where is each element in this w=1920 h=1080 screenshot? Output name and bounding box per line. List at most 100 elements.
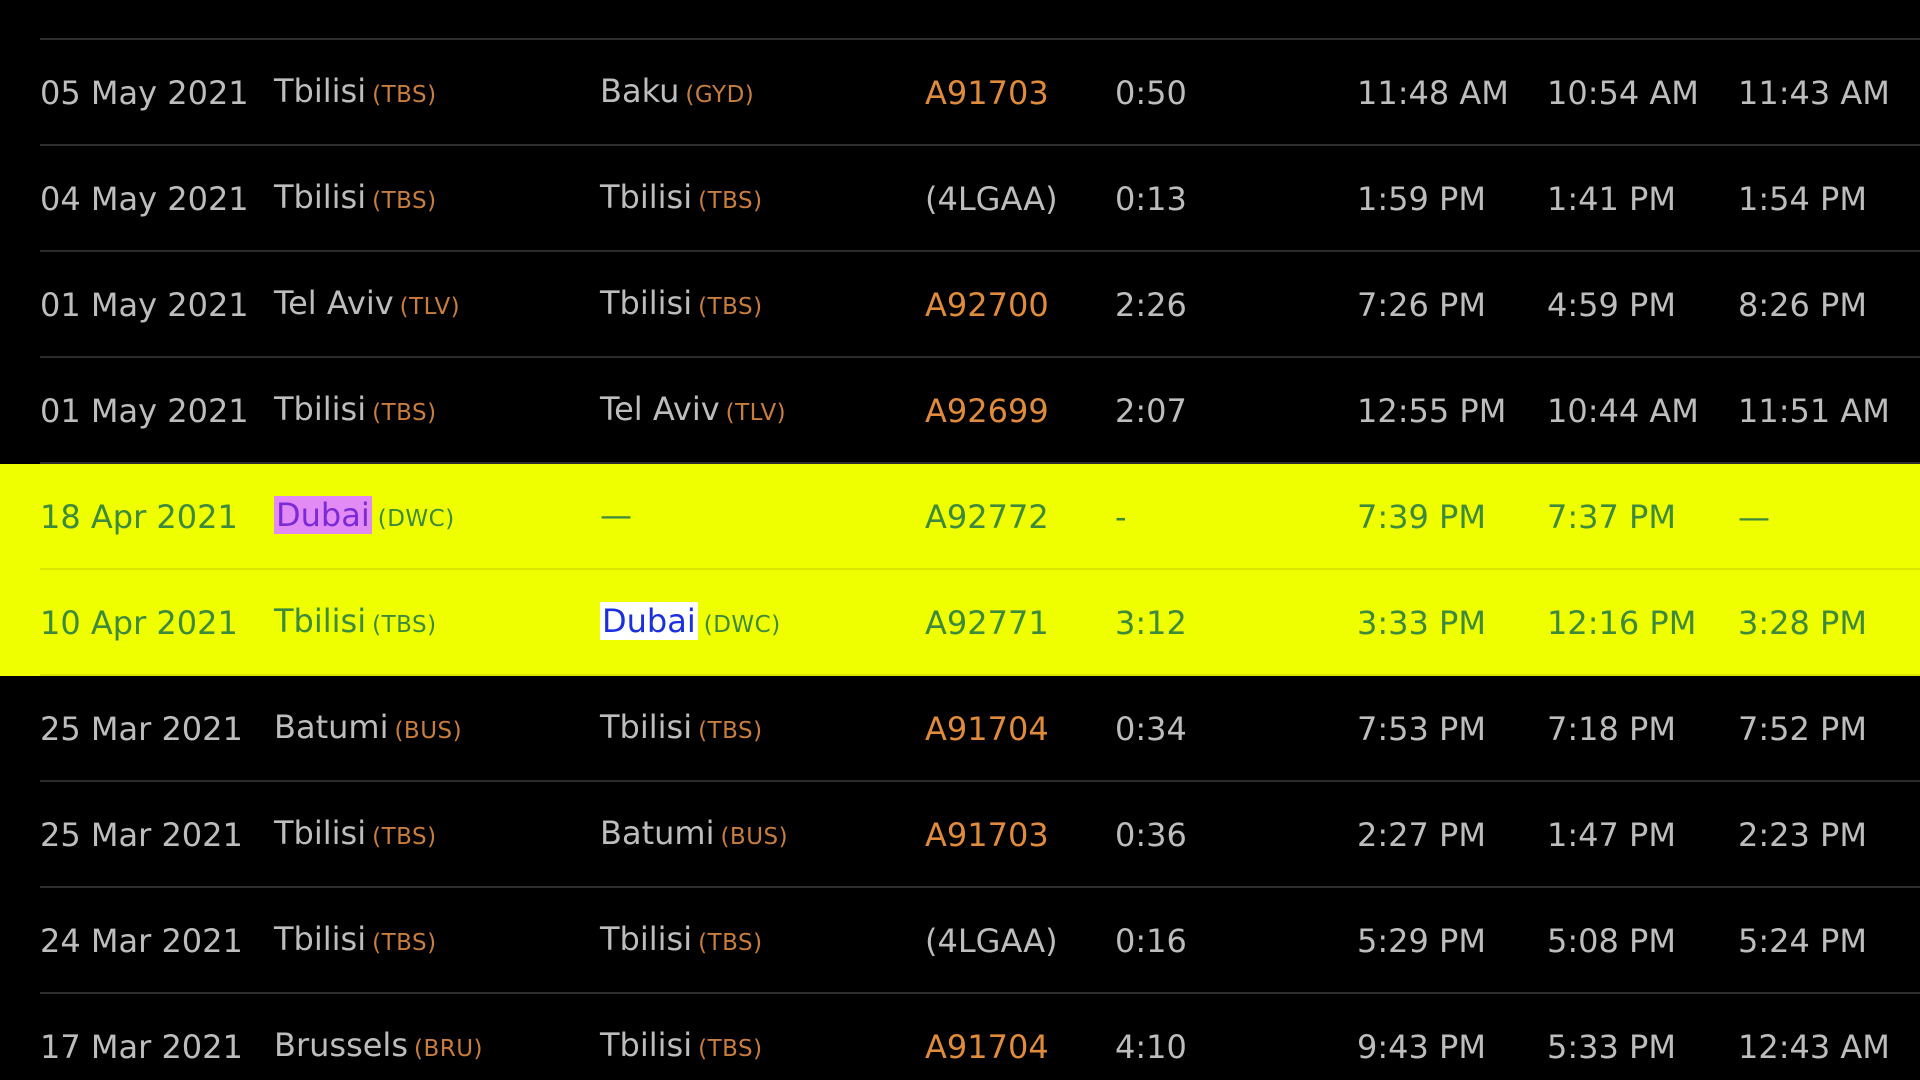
date-cell: 05 May 2021 xyxy=(40,74,249,112)
duration-cell: 4:10 xyxy=(1115,1028,1187,1066)
scheduled-departure-cell: 7:26 PM xyxy=(1357,286,1486,324)
origin-airport-code: (TBS) xyxy=(372,612,437,638)
actual-departure-cell: 1:41 PM xyxy=(1547,180,1676,218)
destination-city-link[interactable]: — xyxy=(600,496,632,534)
table-row[interactable]: 24 Mar 2021 Tbilisi (TBS) Tbilisi (TBS) (4LGA… xyxy=(0,888,1920,994)
destination-cell: Tbilisi (TBS) xyxy=(600,1025,763,1069)
duration-cell: 0:13 xyxy=(1115,180,1187,218)
origin-cell: Tbilisi (TBS) xyxy=(274,177,437,221)
actual-departure-cell: 5:08 PM xyxy=(1547,922,1676,960)
origin-airport-code: (BRU) xyxy=(413,1036,484,1062)
date-cell: 04 May 2021 xyxy=(40,180,249,218)
origin-city-link[interactable]: Tbilisi xyxy=(274,814,366,852)
scheduled-departure-cell: 9:43 PM xyxy=(1357,1028,1486,1066)
flight-number-link[interactable]: A91703 xyxy=(925,815,1049,855)
destination-cell xyxy=(600,0,606,9)
table-row[interactable] xyxy=(0,0,1920,40)
arrival-cell: 8:26 PM xyxy=(1738,286,1867,324)
origin-cell: Tbilisi (TBS) xyxy=(274,601,437,645)
scheduled-departure-cell: 12:55 PM xyxy=(1357,392,1507,430)
destination-airport-code: (TBS) xyxy=(698,930,763,956)
flight-number-link[interactable]: A91704 xyxy=(925,709,1049,749)
destination-cell: Tbilisi (TBS) xyxy=(600,177,763,221)
actual-departure-cell: 1:47 PM xyxy=(1547,816,1676,854)
table-row[interactable]: 05 May 2021 Tbilisi (TBS) Baku (GYD) A91703 0:… xyxy=(0,40,1920,146)
destination-airport-code: (TBS) xyxy=(698,1036,763,1062)
destination-city-link[interactable]: Tbilisi xyxy=(600,178,692,216)
table-row[interactable]: 10 Apr 2021 Tbilisi (TBS) Dubai (DWC) A92771 3… xyxy=(0,570,1920,676)
origin-cell: Tbilisi (TBS) xyxy=(274,813,437,857)
actual-departure-cell: 12:16 PM xyxy=(1547,604,1697,642)
duration-cell: 0:34 xyxy=(1115,710,1187,748)
table-row[interactable]: 25 Mar 2021 Tbilisi (TBS) Batumi (BUS) A91703… xyxy=(0,782,1920,888)
origin-airport-code: (TBS) xyxy=(372,82,437,108)
arrival-cell: 1:54 PM xyxy=(1738,180,1867,218)
origin-city-link[interactable]: Tbilisi xyxy=(274,390,366,428)
destination-city-link[interactable]: Batumi xyxy=(600,814,714,852)
arrival-cell: — xyxy=(1738,498,1770,536)
actual-departure-cell: 4:59 PM xyxy=(1547,286,1676,324)
destination-cell: Tbilisi (TBS) xyxy=(600,919,763,963)
destination-cell: Tbilisi (TBS) xyxy=(600,707,763,751)
origin-airport-code: (TBS) xyxy=(372,188,437,214)
scheduled-departure-cell: 7:39 PM xyxy=(1357,498,1486,536)
table-row[interactable]: 01 May 2021 Tel Aviv (TLV) Tbilisi (TBS) A927… xyxy=(0,252,1920,358)
table-row[interactable]: 18 Apr 2021 Dubai (DWC) — A92772 - 7:39 PM 7:37… xyxy=(0,464,1920,570)
flight-number-link[interactable]: A91704 xyxy=(925,1027,1049,1067)
actual-departure-cell: 10:44 AM xyxy=(1547,392,1699,430)
origin-city-link[interactable]: Batumi xyxy=(274,708,388,746)
destination-airport-code: (DWC) xyxy=(703,612,781,638)
origin-airport-code: (DWC) xyxy=(377,506,455,532)
table-row[interactable]: 17 Mar 2021 Brussels (BRU) Tbilisi (TBS) A917… xyxy=(0,994,1920,1080)
date-cell: 10 Apr 2021 xyxy=(40,604,238,642)
date-cell: 18 Apr 2021 xyxy=(40,498,238,536)
table-row[interactable]: 01 May 2021 Tbilisi (TBS) Tel Aviv (TLV) A926… xyxy=(0,358,1920,464)
flight-number-link[interactable]: A92699 xyxy=(925,391,1049,431)
destination-city-link[interactable]: Tbilisi xyxy=(600,920,692,958)
destination-cell: Dubai (DWC) xyxy=(600,601,781,645)
origin-airport-code: (BUS) xyxy=(394,718,463,744)
destination-city-link[interactable]: Tel Aviv xyxy=(600,390,720,428)
destination-city-link[interactable]: Tbilisi xyxy=(600,708,692,746)
arrival-cell: 11:51 AM xyxy=(1738,392,1890,430)
destination-city-link[interactable]: Dubai xyxy=(600,602,698,640)
duration-cell: 2:26 xyxy=(1115,286,1187,324)
destination-cell: Tbilisi (TBS) xyxy=(600,283,763,327)
date-cell: 24 Mar 2021 xyxy=(40,922,243,960)
destination-cell: — xyxy=(600,495,638,539)
flight-number-link[interactable]: A92771 xyxy=(925,603,1049,643)
origin-cell: Tel Aviv (TLV) xyxy=(274,283,460,327)
origin-city-link[interactable]: Tbilisi xyxy=(274,602,366,640)
aircraft-registration: (4LGAA) xyxy=(925,180,1058,218)
destination-city-link[interactable]: Tbilisi xyxy=(600,1026,692,1064)
table-row[interactable]: 04 May 2021 Tbilisi (TBS) Tbilisi (TBS) (4LGA… xyxy=(0,146,1920,252)
origin-cell: Dubai (DWC) xyxy=(274,495,455,539)
flight-number-link[interactable]: A91703 xyxy=(925,73,1049,113)
destination-city-link[interactable]: Baku xyxy=(600,72,679,110)
origin-cell: Tbilisi (TBS) xyxy=(274,389,437,433)
flight-number-link[interactable]: A92700 xyxy=(925,285,1049,325)
destination-cell: Tel Aviv (TLV) xyxy=(600,389,786,433)
table-row[interactable]: 25 Mar 2021 Batumi (BUS) Tbilisi (TBS) A91704… xyxy=(0,676,1920,782)
date-cell: 25 Mar 2021 xyxy=(40,816,243,854)
origin-city-link[interactable]: Tbilisi xyxy=(274,920,366,958)
origin-airport-code: (TLV) xyxy=(399,294,461,320)
destination-airport-code: (BUS) xyxy=(720,824,789,850)
origin-city-link[interactable]: Tbilisi xyxy=(274,178,366,216)
date-cell: 01 May 2021 xyxy=(40,392,249,430)
scheduled-departure-cell: 5:29 PM xyxy=(1357,922,1486,960)
arrival-cell: 12:43 AM xyxy=(1738,1028,1890,1066)
destination-airport-code: (TBS) xyxy=(698,188,763,214)
flight-number-link[interactable]: A92772 xyxy=(925,497,1049,537)
origin-airport-code: (TBS) xyxy=(372,930,437,956)
origin-city-link[interactable]: Tel Aviv xyxy=(274,284,394,322)
scheduled-departure-cell: 3:33 PM xyxy=(1357,604,1486,642)
destination-airport-code: (TBS) xyxy=(698,718,763,744)
arrival-cell: 11:43 AM xyxy=(1738,74,1890,112)
duration-cell: 0:50 xyxy=(1115,74,1187,112)
destination-airport-code: (GYD) xyxy=(685,82,755,108)
origin-city-link[interactable]: Dubai xyxy=(274,496,372,534)
destination-city-link[interactable]: Tbilisi xyxy=(600,284,692,322)
origin-city-link[interactable]: Tbilisi xyxy=(274,72,366,110)
origin-city-link[interactable]: Brussels xyxy=(274,1026,408,1064)
